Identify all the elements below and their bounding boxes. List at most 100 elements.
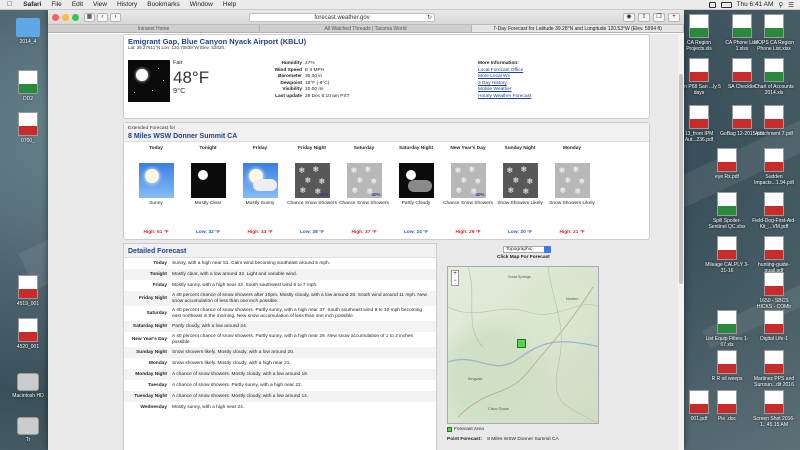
minimize-window-button[interactable] bbox=[62, 13, 69, 21]
sidebar-button[interactable]: ▦ bbox=[84, 12, 95, 22]
desktop-file-icon[interactable]: 0700_ bbox=[10, 112, 46, 144]
spotlight-icon[interactable]: ⚲ bbox=[778, 1, 783, 9]
forecast-point-marker[interactable] bbox=[517, 339, 526, 348]
tab-bar: Intranet Home All Watched Threads | Taco… bbox=[48, 25, 684, 33]
reload-icon[interactable]: ↻ bbox=[427, 14, 432, 22]
close-window-button[interactable] bbox=[52, 13, 59, 21]
chevron-down-icon[interactable] bbox=[544, 246, 551, 253]
desktop-file-icon[interactable]: Spill Spoiler- Sentinel QC.xlsx bbox=[705, 192, 749, 230]
forecast-period[interactable]: Friday Night ❄ ❄ ❄ ❄ ❄ ❄ 40% Chance Snow Showers… bbox=[286, 146, 338, 239]
desktop-file-icon[interactable]: Macintosh HD bbox=[10, 368, 46, 399]
file-icon bbox=[764, 310, 784, 334]
station-coords: Lat: 39.27611°N Lon: 120.70839°W Elev: 5… bbox=[128, 45, 226, 50]
forecast-period[interactable]: Monday ❄ ❄ ❄ ❄ ❄ ❄ Snow Showers Likely High: 21 … bbox=[546, 146, 598, 239]
desktop-file-icon[interactable]: eye Rx.pdf bbox=[705, 148, 749, 180]
desktop-file-label: Macintosh HD bbox=[12, 393, 44, 399]
apple-menu-icon[interactable]:  bbox=[0, 1, 18, 8]
forecast-period[interactable]: Tonight Mostly Clear Low: 32 °F bbox=[182, 146, 234, 239]
tabs-overview-icon[interactable]: ❐ bbox=[653, 12, 665, 22]
desktop-file-icon[interactable]: 4520_001 bbox=[10, 318, 46, 350]
forecast-period[interactable]: Friday Mostly Sunny High: 43 °F bbox=[234, 146, 286, 239]
menu-history[interactable]: History bbox=[112, 1, 142, 8]
desktop-file-icon[interactable]: List Equip Filters 1-07.xls bbox=[705, 310, 749, 348]
detail-row: Visibility 10.00 mi bbox=[254, 87, 350, 94]
desktop-file-icon[interactable]: DD2 bbox=[10, 70, 46, 102]
detailed-forecast-title: Detailed Forecast bbox=[124, 244, 436, 258]
desktop-file-icon[interactable]: Pie .doc bbox=[705, 390, 749, 422]
menu-app-name[interactable]: Safari bbox=[18, 1, 46, 8]
period-description: Snow Showers Likely bbox=[497, 201, 543, 206]
scrollbar-thumb[interactable] bbox=[679, 74, 683, 284]
period-description: Mostly Clear bbox=[194, 201, 222, 206]
file-icon bbox=[764, 148, 784, 172]
period-temperature: Low: 24 °F bbox=[403, 230, 429, 235]
desktop-file-label: Pie .doc bbox=[717, 416, 737, 422]
forecast-period[interactable]: Saturday ❄ ❄ ❄ ❄ ❄ ❄ 40% Chance Snow Showers High… bbox=[338, 146, 390, 239]
more-info-link[interactable]: More Local Wx bbox=[478, 74, 531, 81]
file-icon bbox=[732, 105, 752, 129]
back-button[interactable]: ‹ bbox=[97, 12, 108, 22]
detailed-text: Mostly clear, with a low around 32. Ligh… bbox=[172, 271, 298, 277]
period-name: Friday bbox=[252, 146, 268, 151]
address-bar[interactable]: forecast.weather.gov ↻ bbox=[249, 12, 435, 22]
detailed-text: A 40 percent chance of snow showers afte… bbox=[172, 293, 427, 304]
desktop-file-icon[interactable]: 4519_001 bbox=[10, 275, 46, 307]
tab-forecast[interactable]: 7-Day Forecast for Latitude 39.28°N and … bbox=[472, 25, 684, 32]
forecast-map[interactable]: + − Soda Springs Norden Kingvale Cisco Gr… bbox=[447, 266, 599, 424]
detailed-period: Sunday Night bbox=[136, 349, 167, 355]
point-forecast: Point Forecast: 8 Miles WSW Donner Summi… bbox=[447, 437, 559, 442]
file-icon bbox=[764, 192, 784, 216]
forecast-period[interactable]: New Year's Day ❄ ❄ ❄ ❄ ❄ ❄ 40% Chance Snow Showe… bbox=[442, 146, 494, 239]
menu-window[interactable]: Window bbox=[185, 1, 218, 8]
period-description: Partly Cloudy bbox=[401, 201, 431, 206]
desktop-file-icon[interactable]: R R oil weeps bbox=[705, 350, 749, 382]
detail-label: Visibility bbox=[282, 87, 302, 93]
desktop-file-icon[interactable]: Chart of Accounts 2014.xls bbox=[752, 58, 796, 96]
period-name: New Year's Day bbox=[450, 146, 486, 151]
desktop-file-icon[interactable]: Attachment 7.pdf bbox=[752, 105, 796, 137]
desktop-file-icon[interactable]: Digital Life-1 bbox=[752, 310, 796, 342]
menu-view[interactable]: View bbox=[88, 1, 112, 8]
tab-intranet-home[interactable]: Intranet Home bbox=[48, 25, 260, 32]
menu-edit[interactable]: Edit bbox=[67, 1, 88, 8]
period-description: Chance Snow Showers bbox=[443, 201, 493, 206]
menu-help[interactable]: Help bbox=[218, 1, 241, 8]
extension-icon[interactable]: ◉ bbox=[623, 12, 635, 22]
menu-bookmarks[interactable]: Bookmarks bbox=[142, 1, 185, 8]
forecast-period[interactable]: Sunday Night ❄ ❄ ❄ ❄ ❄ ❄ Snow Showers Likely Low… bbox=[494, 146, 546, 239]
tab-tacoma-world[interactable]: All Watched Threads | Tacoma World bbox=[260, 25, 472, 32]
notification-center-icon[interactable]: ☰ bbox=[788, 1, 794, 9]
new-tab-icon[interactable]: + bbox=[668, 12, 680, 22]
forward-button[interactable]: › bbox=[110, 12, 121, 22]
desktop-file-icon[interactable]: 1650 - SBCS HICKS - COMb bbox=[752, 272, 796, 310]
map-layer-select[interactable]: Topographic bbox=[503, 246, 551, 253]
page-scrollbar[interactable] bbox=[678, 34, 684, 450]
forecast-period[interactable]: Saturday Night Partly Cloudy Low: 24 °F bbox=[390, 146, 442, 239]
file-icon bbox=[16, 18, 40, 37]
more-info-link[interactable]: Mobile Weather bbox=[478, 87, 531, 94]
desktop-file-icon[interactable]: Sudden Impacts...1.94.pdf bbox=[752, 148, 796, 186]
desktop-file-icon[interactable]: Screen Shot 2016-1...45.15 AM bbox=[752, 390, 796, 428]
more-info-link[interactable]: Hourly Weather Forecast bbox=[478, 94, 531, 101]
desktop-file-icon[interactable]: Martinez PPS and Surroun...dit 2016 bbox=[752, 350, 796, 388]
desktop-file-icon[interactable]: hunting-guide-quail.pdf bbox=[752, 236, 796, 274]
clock[interactable]: Thu 6:41 AM bbox=[737, 1, 774, 8]
share-icon[interactable]: ⇧ bbox=[638, 12, 650, 22]
desktop-file-icon[interactable]: Field-Dog-First-Aid-Kit_...VM.pdf bbox=[752, 192, 796, 230]
detailed-forecast-row: Tuesday A chance of snow showers. Partly … bbox=[124, 380, 436, 391]
wifi-icon[interactable] bbox=[708, 1, 716, 8]
more-info-heading: More Information: bbox=[478, 61, 519, 66]
desktop-file-icon[interactable]: 2014_4 bbox=[10, 14, 46, 45]
desktop-file-icon[interactable]: Mileage CALPLY 3-31-16 bbox=[705, 236, 749, 274]
zoom-window-button[interactable] bbox=[72, 13, 79, 21]
file-icon bbox=[764, 272, 784, 296]
map-zoom-control[interactable]: + − bbox=[451, 270, 459, 286]
forecast-period[interactable]: Today Sunny High: 51 °F bbox=[130, 146, 182, 239]
desktop-file-icon[interactable]: MOPS CA Region Phone List.xlsx bbox=[752, 14, 796, 52]
desktop-file-label: Field-Dog-First-Aid-Kit_...VM.pdf bbox=[752, 218, 796, 230]
menu-file[interactable]: File bbox=[46, 1, 66, 8]
battery-icon[interactable] bbox=[720, 1, 732, 8]
map-label: Kingvale bbox=[468, 377, 483, 381]
desktop-file-icon[interactable]: Tr bbox=[10, 412, 46, 443]
detailed-forecast-row: Wednesday Mostly sunny, with a high near … bbox=[124, 402, 436, 413]
